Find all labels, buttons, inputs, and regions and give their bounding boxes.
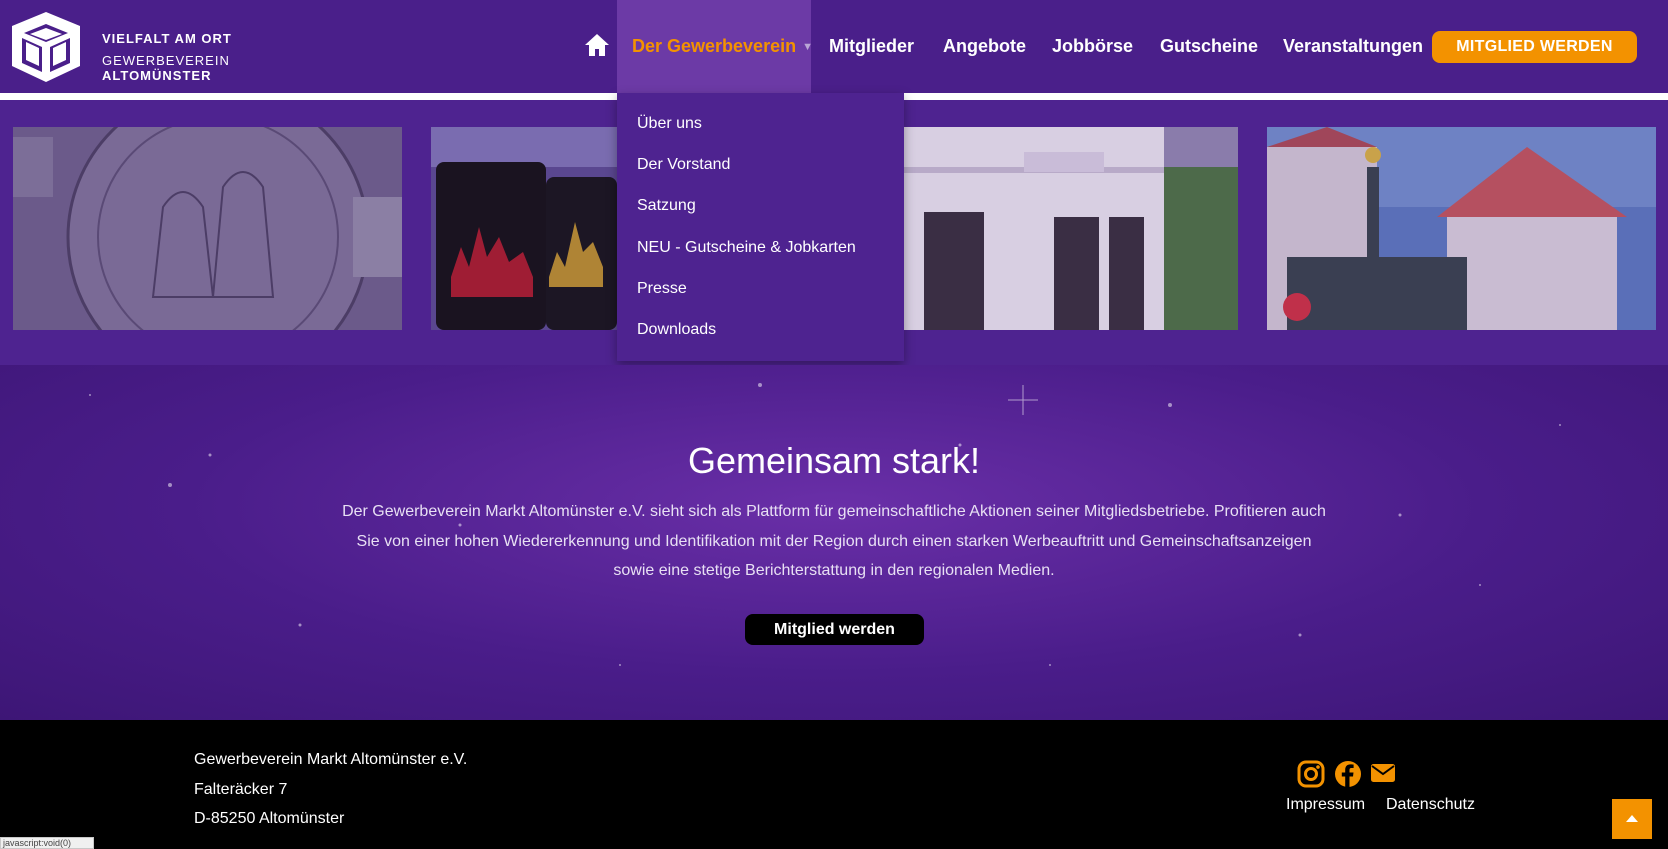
browser-status-bar: javascript:void(0) [0, 837, 94, 849]
gallery-photo-3[interactable] [904, 127, 1238, 330]
hero-title: Gemeinsam stark! [687, 440, 981, 481]
dropdown-item-gutscheine-jobkarten[interactable]: NEU - Gutscheine & Jobkarten [637, 239, 856, 257]
dropdown-item-vorstand[interactable]: Der Vorstand [637, 156, 730, 174]
nav-item-angebote[interactable]: Angebote [943, 0, 1026, 93]
nav-item-label: Der Gewerbeverein [632, 36, 797, 56]
nav-item-mitglieder[interactable]: Mitglieder [829, 0, 914, 93]
nav-item-veranstaltungen[interactable]: Veranstaltungen [1283, 0, 1423, 93]
gallery-photo-1[interactable] [13, 127, 402, 330]
scroll-to-top-button[interactable] [1612, 799, 1652, 839]
instagram-icon[interactable] [1297, 760, 1325, 788]
chevron-down-icon: ▼ [802, 40, 813, 53]
home-icon[interactable] [584, 33, 610, 57]
dropdown-item-ueber-uns[interactable]: Über uns [637, 115, 702, 133]
dropdown-menu: Über uns Der Vorstand Satzung NEU - Guts… [617, 93, 904, 361]
hero-description: Der Gewerbeverein Markt Altomünster e.V.… [342, 503, 1326, 579]
hero-mitglied-werden-button[interactable]: Mitglied werden [745, 614, 924, 645]
dropdown-item-downloads[interactable]: Downloads [637, 321, 716, 339]
facebook-icon[interactable] [1334, 760, 1362, 788]
mitglied-werden-button[interactable]: MITGLIED WERDEN [1432, 31, 1637, 63]
footer-street: Falteräcker 7 [194, 781, 288, 798]
nav-item-gutscheine[interactable]: Gutscheine [1160, 0, 1258, 93]
gallery-photo-2[interactable] [431, 127, 617, 330]
hero-section: Gemeinsam stark! Der Gewerbeverein Markt… [0, 365, 1668, 720]
gallery-photo-4[interactable] [1267, 127, 1656, 330]
main-nav: Der Gewerbeverein ▼ Mitglieder Angebote J… [0, 0, 1668, 93]
dropdown-item-satzung[interactable]: Satzung [637, 197, 696, 215]
dropdown-item-presse[interactable]: Presse [637, 280, 687, 298]
nav-item-jobboerse[interactable]: Jobbörse [1052, 0, 1133, 93]
footer-org-name: Gewerbeverein Markt Altomünster e.V. [194, 751, 468, 768]
footer-city: D-85250 Altomünster [194, 810, 345, 827]
nav-item-der-gewerbeverein[interactable]: Der Gewerbeverein ▼ [632, 0, 813, 93]
email-icon[interactable] [1371, 763, 1395, 783]
chevron-up-icon [1626, 815, 1638, 822]
footer-link-impressum[interactable]: Impressum [1286, 796, 1365, 814]
footer-link-datenschutz[interactable]: Datenschutz [1386, 796, 1475, 814]
